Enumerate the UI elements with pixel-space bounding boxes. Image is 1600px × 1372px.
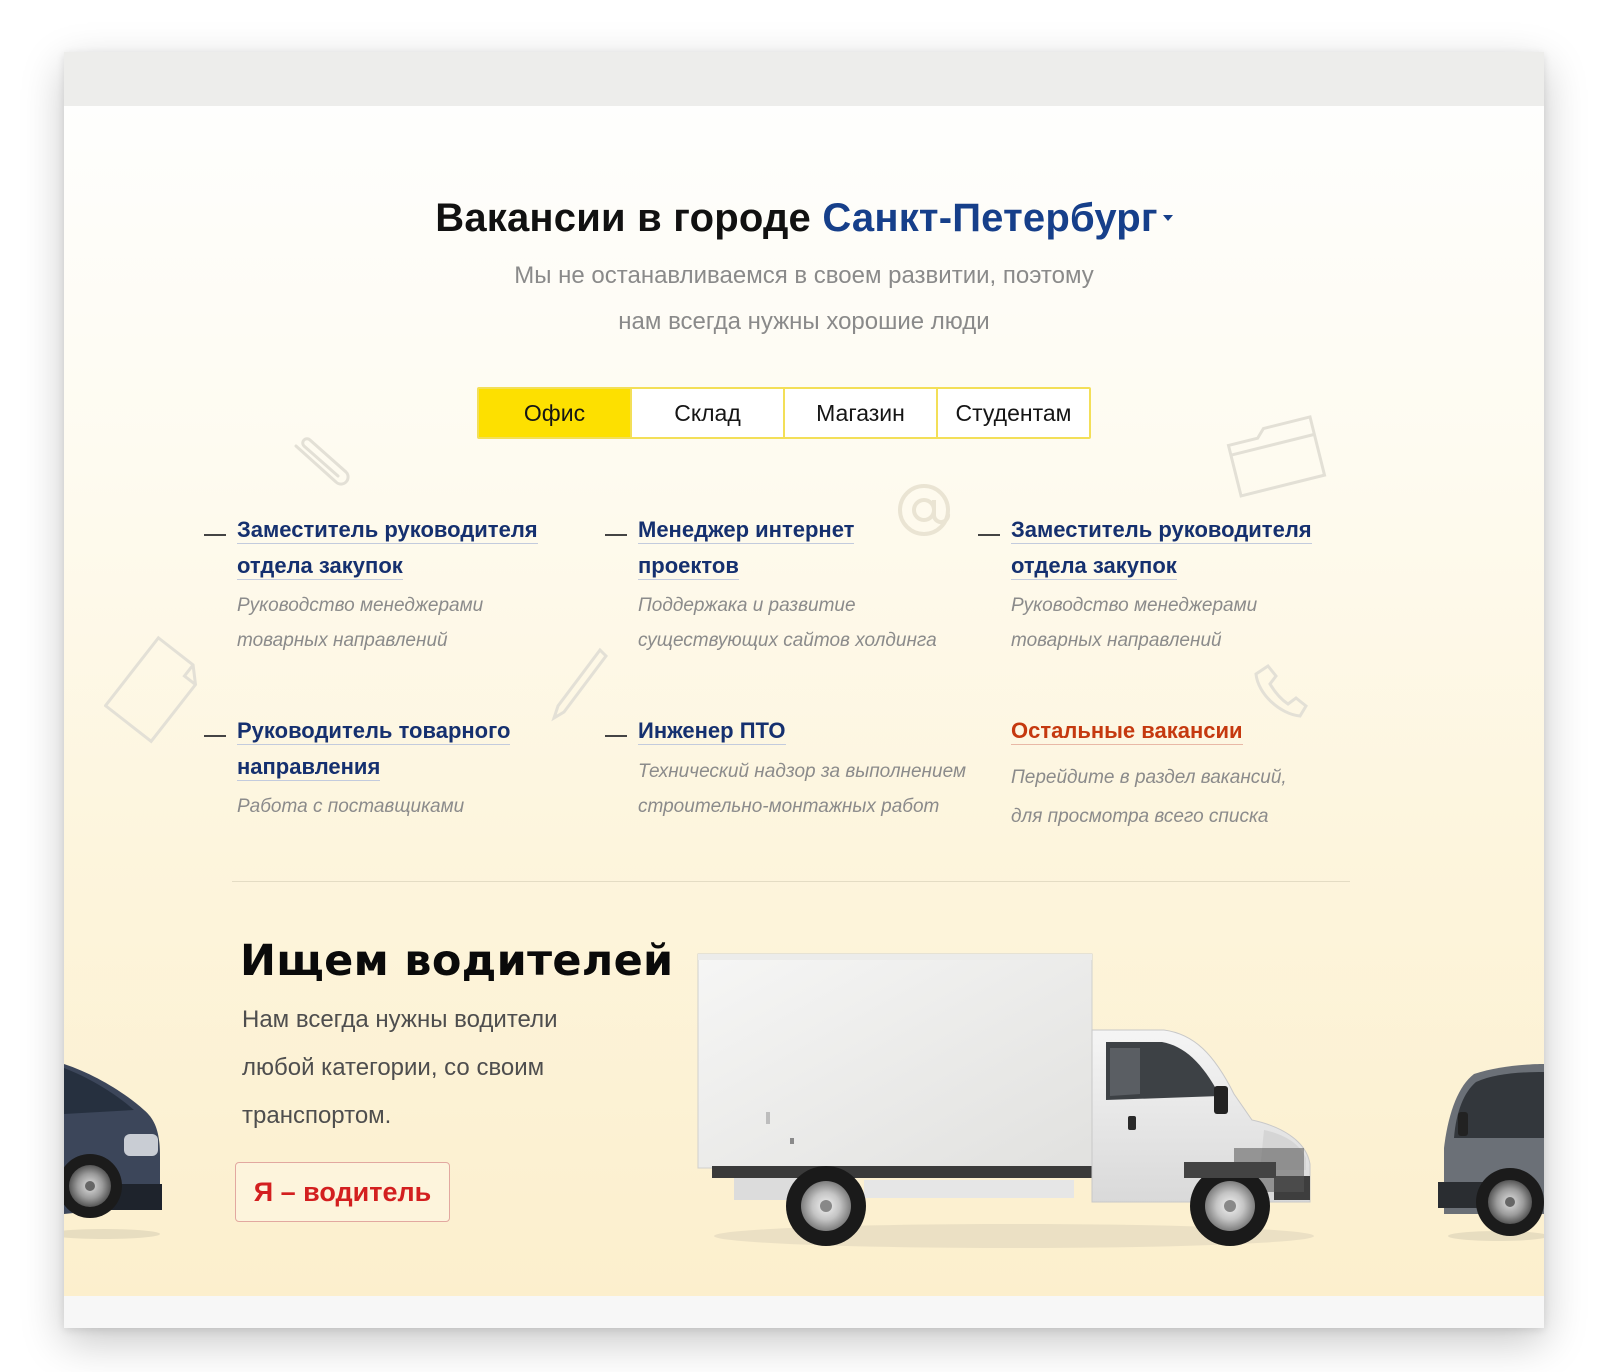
job-description: Поддержака и развитие существующих сайто… bbox=[638, 588, 937, 658]
tab-office[interactable]: Офис bbox=[479, 389, 630, 437]
dash-marker bbox=[605, 534, 627, 536]
job-desc-line: существующих сайтов холдинга bbox=[638, 630, 937, 651]
section-divider bbox=[232, 881, 1350, 882]
job-desc-line: Технический надзор за выполнением bbox=[638, 761, 966, 782]
subtitle: Мы не останавливаемся в своем развитии, … bbox=[64, 253, 1544, 345]
all-vacancies-link[interactable]: Остальные вакансии bbox=[1011, 713, 1243, 749]
top-bar bbox=[64, 52, 1544, 106]
job-item: Менеджер интернет проектов Поддержака и … bbox=[605, 512, 985, 682]
driver-button[interactable]: Я – водитель bbox=[235, 1162, 450, 1222]
job-title-line: Заместитель руководителя bbox=[1011, 517, 1312, 544]
job-title-link[interactable]: Руководитель товарного направления bbox=[237, 713, 511, 785]
bottom-strip bbox=[64, 1296, 1544, 1328]
job-desc-line: для просмотра всего списка bbox=[1011, 806, 1269, 827]
job-title-link[interactable]: Инженер ПТО bbox=[638, 713, 786, 749]
truck-image bbox=[697, 953, 1314, 1248]
job-title-line: Инженер ПТО bbox=[638, 718, 786, 745]
drivers-text-line: транспортом. bbox=[242, 1102, 392, 1129]
job-title-link[interactable]: Менеджер интернет проектов bbox=[638, 512, 855, 584]
job-desc-line: строительно-монтажных работ bbox=[638, 796, 940, 817]
job-title-line: Заместитель руководителя bbox=[237, 517, 538, 544]
job-desc-line: Руководство менеджерами bbox=[1011, 595, 1258, 616]
drivers-text-line: любой категории, со своим bbox=[242, 1054, 545, 1081]
dash-marker bbox=[605, 735, 627, 737]
tab-students[interactable]: Студентам bbox=[936, 389, 1089, 437]
job-title-link[interactable]: Заместитель руководителя отдела закупок bbox=[237, 512, 538, 584]
job-title-link[interactable]: Заместитель руководителя отдела закупок bbox=[1011, 512, 1312, 584]
job-description: Руководство менеджерами товарных направл… bbox=[1011, 588, 1257, 658]
sheet-icon bbox=[104, 635, 198, 744]
tab-warehouse[interactable]: Склад bbox=[630, 389, 783, 437]
job-description: Работа с поставщиками bbox=[237, 789, 464, 824]
paperclip-icon bbox=[294, 437, 350, 486]
van-image-right bbox=[1438, 1064, 1544, 1241]
browser-window: Вакансии в городе Санкт-Петербург Мы не … bbox=[64, 52, 1544, 1328]
job-description: Перейдите в раздел вакансий, для просмот… bbox=[1011, 758, 1287, 836]
folder-icon bbox=[1226, 415, 1327, 498]
job-title-line: отдела закупок bbox=[237, 553, 403, 580]
job-desc-line: Перейдите в раздел вакансий, bbox=[1011, 767, 1287, 788]
job-title-line: направления bbox=[237, 754, 381, 781]
job-desc-line: Руководство менеджерами bbox=[237, 595, 484, 616]
subtitle-line: нам всегда нужны хорошие люди bbox=[618, 308, 990, 335]
drivers-text-line: Нам всегда нужны водители bbox=[242, 1006, 558, 1033]
vacancies-section: Вакансии в городе Санкт-Петербург Мы не … bbox=[64, 106, 1544, 1296]
van-image-left bbox=[64, 1064, 162, 1239]
city-name: Санкт-Петербург bbox=[822, 196, 1158, 240]
job-title-line: Менеджер интернет bbox=[638, 517, 855, 544]
job-desc-line: товарных направлений bbox=[237, 630, 448, 651]
job-item: Заместитель руководителя отдела закупок … bbox=[978, 512, 1358, 682]
job-description: Руководство менеджерами товарных направл… bbox=[237, 588, 483, 658]
job-description: Технический надзор за выполнением строит… bbox=[638, 754, 966, 824]
job-desc-line: товарных направлений bbox=[1011, 630, 1222, 651]
job-desc-line: Работа с поставщиками bbox=[237, 796, 465, 817]
category-tabs: Офис Склад Магазин Студентам bbox=[477, 387, 1091, 439]
job-item: Руководитель товарного направления Работ… bbox=[204, 713, 584, 853]
tab-store[interactable]: Магазин bbox=[783, 389, 936, 437]
page-title: Вакансии в городе Санкт-Петербург bbox=[64, 196, 1544, 241]
job-item: Инженер ПТО Технический надзор за выполн… bbox=[605, 713, 985, 853]
job-title-line: проектов bbox=[638, 553, 739, 580]
job-item: Заместитель руководителя отдела закупок … bbox=[204, 512, 584, 682]
subtitle-line: Мы не останавливаемся в своем развитии, … bbox=[514, 262, 1094, 289]
all-vacancies-item: Остальные вакансии Перейдите в раздел ва… bbox=[978, 713, 1358, 853]
dash-marker bbox=[204, 534, 226, 536]
job-title-line: Руководитель товарного bbox=[237, 718, 511, 745]
dash-marker bbox=[204, 735, 226, 737]
dash-marker bbox=[978, 534, 1000, 536]
job-title-line: Остальные вакансии bbox=[1011, 718, 1243, 745]
chevron-down-icon bbox=[1162, 215, 1173, 222]
job-desc-line: Поддержака и развитие bbox=[638, 595, 856, 616]
drivers-title: Ищем водителей bbox=[240, 936, 674, 986]
city-selector[interactable]: Санкт-Петербург bbox=[822, 196, 1173, 240]
drivers-text: Нам всегда нужны водители любой категори… bbox=[242, 996, 558, 1140]
job-title-line: отдела закупок bbox=[1011, 553, 1177, 580]
title-prefix: Вакансии в городе bbox=[435, 196, 811, 240]
